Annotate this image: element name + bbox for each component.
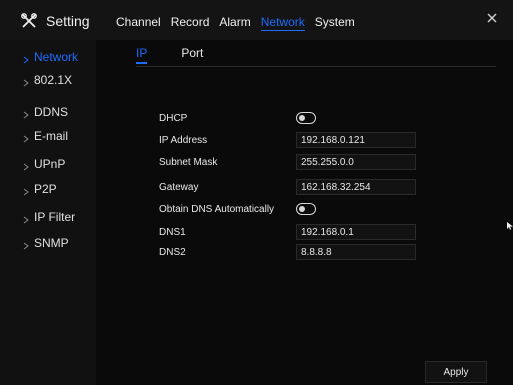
sidebar-item-ip-filter[interactable]: IP Filter: [0, 206, 96, 228]
dns2-field[interactable]: [296, 244, 416, 260]
tab-channel[interactable]: Channel: [116, 15, 161, 31]
tab-system[interactable]: System: [315, 15, 355, 31]
subtab-divider: [136, 66, 496, 67]
close-icon[interactable]: [485, 11, 499, 25]
sidebar-item-8021x[interactable]: 802.1X: [0, 69, 96, 91]
dns2-label: DNS2: [159, 246, 186, 258]
network-settings-panel: IP Port DHCP IP Address Subnet Mask Gate…: [110, 40, 497, 385]
sidebar-item-label: UPnP: [34, 157, 66, 171]
tab-alarm[interactable]: Alarm: [219, 15, 250, 31]
sidebar-item-label: IP Filter: [34, 210, 76, 224]
sidebar-item-email[interactable]: E-mail: [0, 125, 96, 147]
sub-tabs: IP Port: [136, 46, 237, 64]
tab-ip[interactable]: IP: [136, 46, 148, 64]
main-tabs: Channel Record Alarm Network System: [116, 15, 365, 31]
chevron-right-icon: [22, 132, 30, 143]
settings-window: Setting Channel Record Alarm Network Sys…: [0, 0, 513, 385]
sidebar-item-label: 802.1X: [34, 73, 73, 87]
dns1-row: DNS1: [159, 223, 489, 241]
dhcp-label: DHCP: [159, 112, 188, 124]
sidebar-item-p2p[interactable]: P2P: [0, 178, 96, 200]
sidebar: Network 802.1X DDNS E-mail UPnP P2P IP F…: [0, 40, 96, 385]
tab-record[interactable]: Record: [171, 15, 210, 31]
obtain-dns-toggle[interactable]: [296, 203, 316, 215]
sidebar-item-label: P2P: [34, 182, 57, 196]
chevron-right-icon: [22, 213, 30, 224]
subnet-mask-field[interactable]: [296, 154, 416, 170]
subnet-mask-row: Subnet Mask: [159, 153, 489, 171]
ip-address-row: IP Address: [159, 131, 489, 149]
mouse-cursor-icon: [507, 217, 513, 230]
obtain-dns-label: Obtain DNS Automatically: [159, 203, 275, 215]
sidebar-item-upnp[interactable]: UPnP: [0, 153, 96, 175]
apply-button[interactable]: Apply: [425, 361, 487, 383]
sidebar-item-label: E-mail: [34, 129, 69, 143]
settings-tool-icon: [20, 12, 38, 30]
toggle-knob: [299, 115, 305, 121]
app-title: Setting: [20, 12, 90, 30]
toggle-knob: [299, 206, 305, 212]
tab-port[interactable]: Port: [181, 46, 203, 64]
chevron-right-icon: [22, 53, 30, 64]
chevron-right-icon: [22, 160, 30, 171]
tab-network[interactable]: Network: [260, 15, 305, 31]
dns1-label: DNS1: [159, 226, 186, 238]
dns2-row: DNS2: [159, 243, 489, 261]
chevron-right-icon: [22, 185, 30, 196]
chevron-right-icon: [22, 239, 30, 250]
gateway-field[interactable]: [296, 179, 416, 195]
subnet-mask-label: Subnet Mask: [159, 156, 218, 168]
chevron-right-icon: [22, 108, 30, 119]
dns1-field[interactable]: [296, 224, 416, 240]
ip-address-field[interactable]: [296, 132, 416, 148]
top-bar: Setting Channel Record Alarm Network Sys…: [0, 0, 513, 40]
gateway-row: Gateway: [159, 178, 489, 196]
sidebar-item-label: DDNS: [34, 105, 69, 119]
ip-address-label: IP Address: [159, 134, 208, 146]
window-title: Setting: [46, 13, 90, 29]
obtain-dns-row: Obtain DNS Automatically: [159, 200, 489, 218]
sidebar-item-label: SNMP: [34, 236, 69, 250]
sidebar-item-label: Network: [34, 50, 79, 64]
gateway-label: Gateway: [159, 181, 199, 193]
chevron-right-icon: [22, 76, 30, 87]
sidebar-item-snmp[interactable]: SNMP: [0, 232, 96, 254]
sidebar-item-network[interactable]: Network: [0, 46, 96, 68]
sidebar-item-ddns[interactable]: DDNS: [0, 101, 96, 123]
dhcp-toggle[interactable]: [296, 112, 316, 124]
dhcp-row: DHCP: [159, 109, 489, 127]
